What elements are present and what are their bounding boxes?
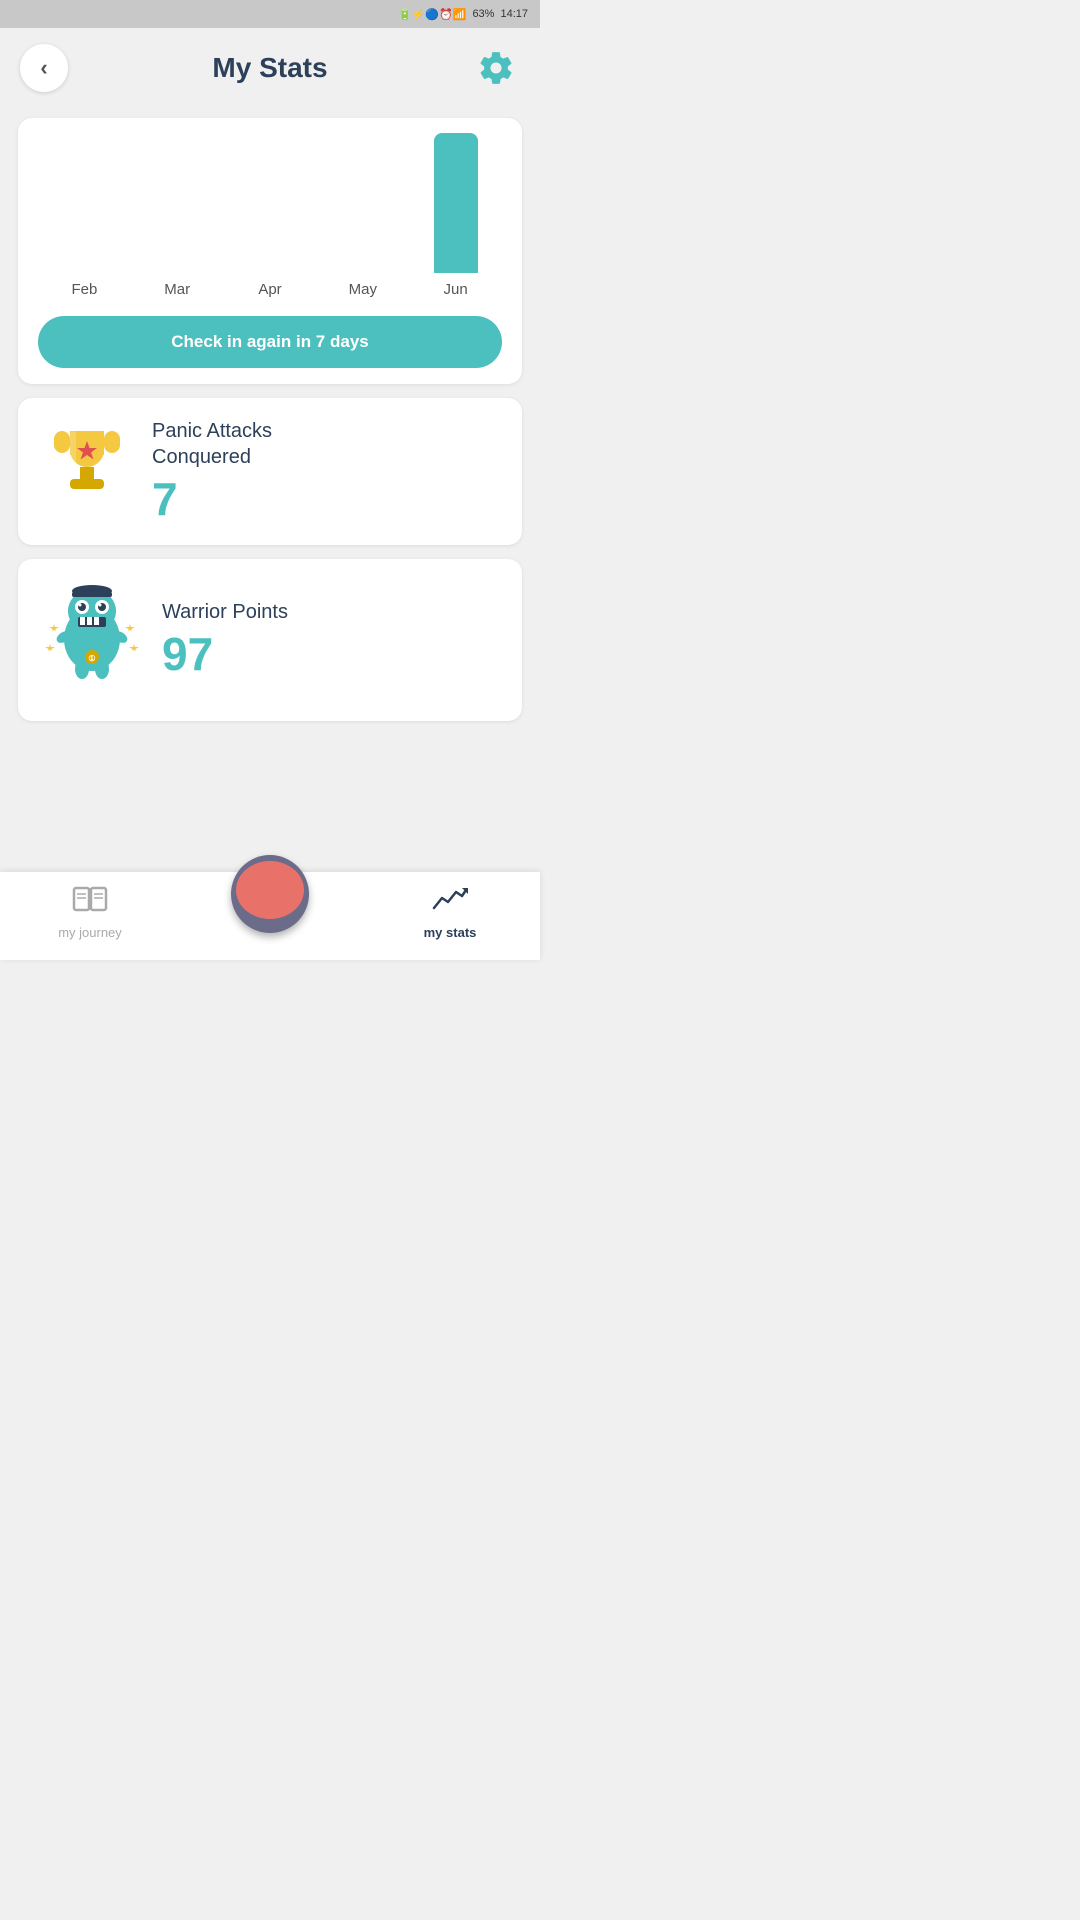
panic-attacks-card: Panic Attacks Conquered 7 [18, 398, 522, 545]
panic-attacks-label-line2: Conquered [152, 444, 251, 470]
header: ‹ My Stats [0, 28, 540, 108]
bar-chart: Feb Mar Apr May Jun [38, 138, 502, 298]
settings-button[interactable] [472, 44, 520, 92]
trophy-icon [42, 421, 132, 522]
bar-col-feb: Feb [38, 273, 131, 298]
back-icon: ‹ [40, 55, 47, 81]
panic-attacks-label-line1: Panic Attacks [152, 418, 272, 444]
warrior-points-card: ① Warrior Points 97 [18, 559, 522, 721]
back-button[interactable]: ‹ [20, 44, 68, 92]
panic-attacks-text: Panic Attacks Conquered 7 [152, 418, 272, 525]
panic-button-outer[interactable] [231, 855, 309, 933]
bar-label-jun: Jun [443, 281, 467, 298]
stats-icon [432, 884, 468, 921]
page-title: My Stats [212, 52, 327, 84]
check-in-button[interactable]: Check in again in 7 days [38, 316, 502, 368]
nav-item-panic-button[interactable] [180, 855, 360, 933]
status-time: 14:17 [500, 8, 528, 20]
warrior-points-value: 97 [162, 629, 213, 680]
bar-col-may: May [316, 273, 409, 298]
panic-button-inner [236, 861, 304, 919]
bar-label-may: May [349, 281, 377, 298]
warrior-points-label: Warrior Points [162, 599, 288, 625]
bar-label-apr: Apr [258, 281, 281, 298]
nav-item-my-stats[interactable]: my stats [360, 884, 540, 940]
svg-text:①: ① [88, 654, 95, 663]
chart-card: Feb Mar Apr May Jun Check in again in 7 … [18, 118, 522, 384]
nav-item-my-journey[interactable]: my journey [0, 884, 180, 940]
gear-icon [477, 49, 515, 87]
status-bar: 🔋⚡🔵⏰📶 63% 14:17 [0, 0, 540, 28]
nav-label-my-stats: my stats [424, 925, 477, 940]
warrior-points-text: Warrior Points 97 [162, 599, 288, 680]
status-icons: 🔋⚡🔵⏰📶 [398, 8, 466, 21]
bar-col-mar: Mar [131, 273, 224, 298]
nav-label-my-journey: my journey [58, 925, 122, 940]
bottom-nav: my journey my stats [0, 872, 540, 960]
bar-label-feb: Feb [71, 281, 97, 298]
bar-col-apr: Apr [224, 273, 317, 298]
monster-icon: ① [42, 579, 142, 701]
battery-percent: 63% [472, 8, 494, 20]
main-content: Feb Mar Apr May Jun Check in again in 7 … [0, 108, 540, 731]
book-icon [72, 884, 108, 921]
bar-col-jun: Jun [409, 133, 502, 298]
bar-label-mar: Mar [164, 281, 190, 298]
panic-attacks-value: 7 [152, 474, 178, 525]
